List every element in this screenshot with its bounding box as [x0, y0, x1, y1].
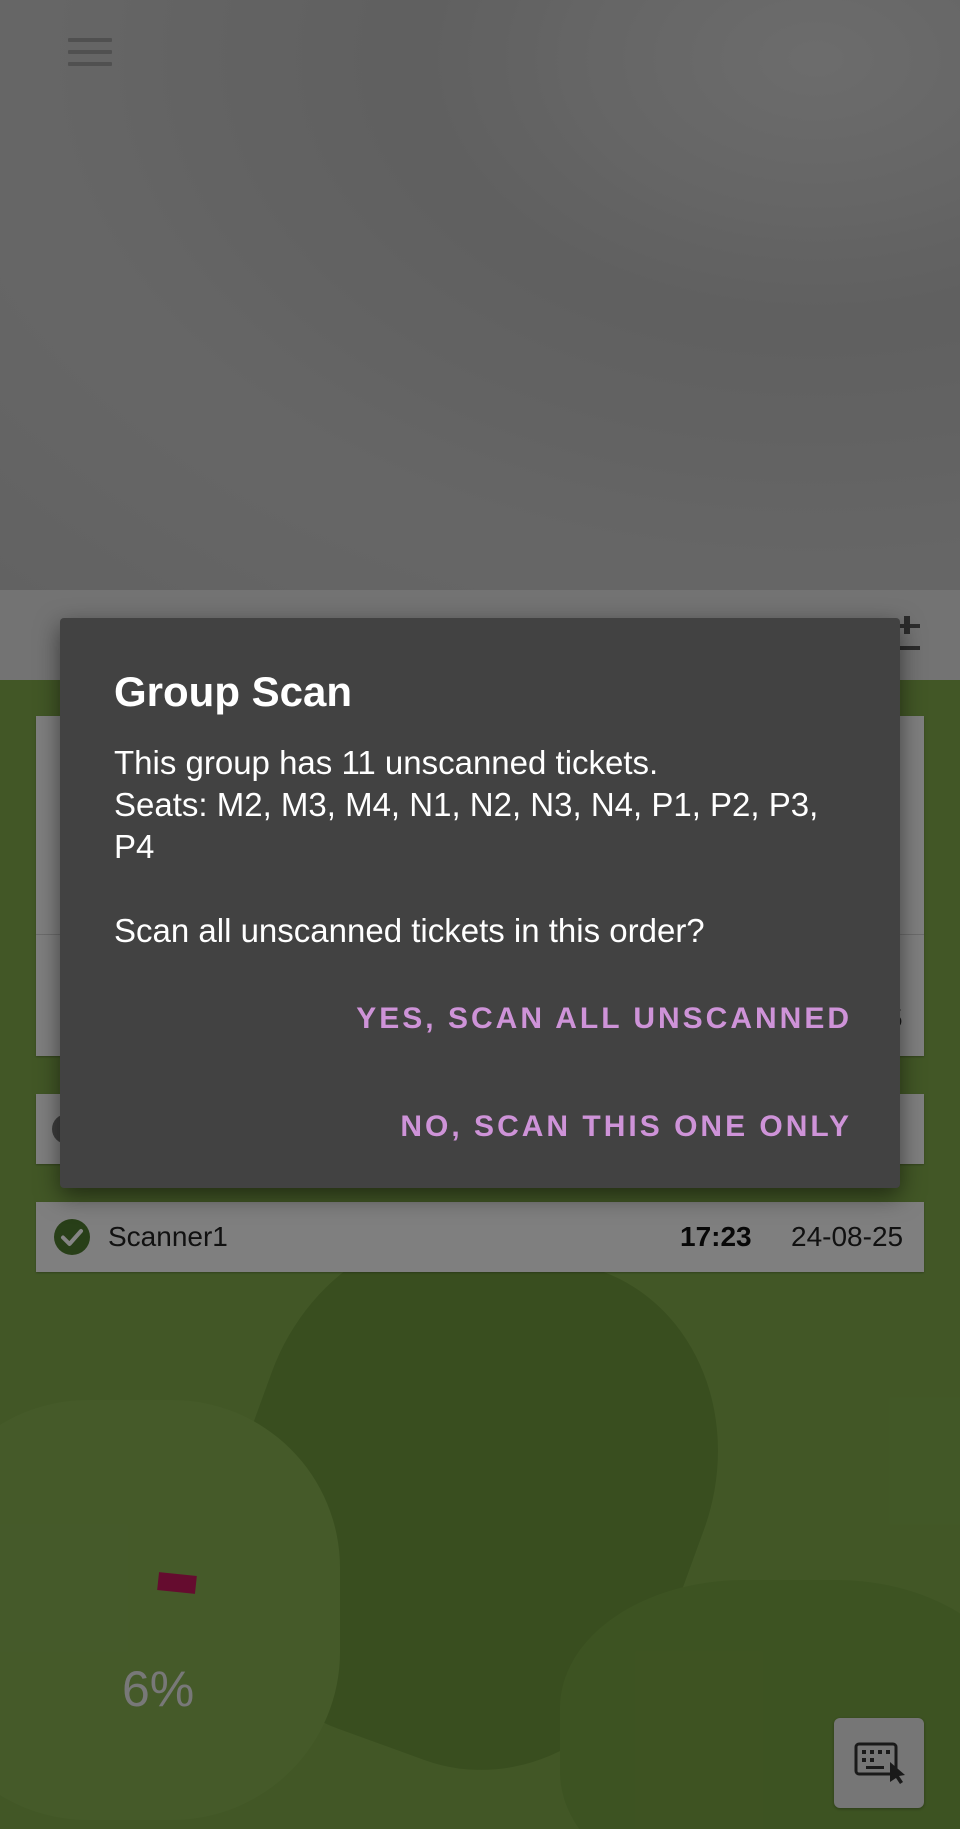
group-scan-dialog: Group Scan This group has 11 unscanned t… [60, 618, 900, 1188]
confirm-question: Scan all unscanned tickets in this order… [114, 912, 705, 949]
scan-all-button[interactable]: YES, SCAN ALL UNSCANNED [350, 992, 858, 1046]
dialog-message: This group has 11 unscanned tickets. Sea… [114, 742, 854, 952]
dialog-title: Group Scan [114, 668, 353, 715]
scan-one-button[interactable]: NO, SCAN THIS ONE ONLY [394, 1100, 858, 1154]
unscanned-count-text: This group has 11 unscanned tickets. [114, 744, 659, 781]
seats-text: Seats: M2, M3, M4, N1, N2, N3, N4, P1, P… [114, 786, 819, 865]
